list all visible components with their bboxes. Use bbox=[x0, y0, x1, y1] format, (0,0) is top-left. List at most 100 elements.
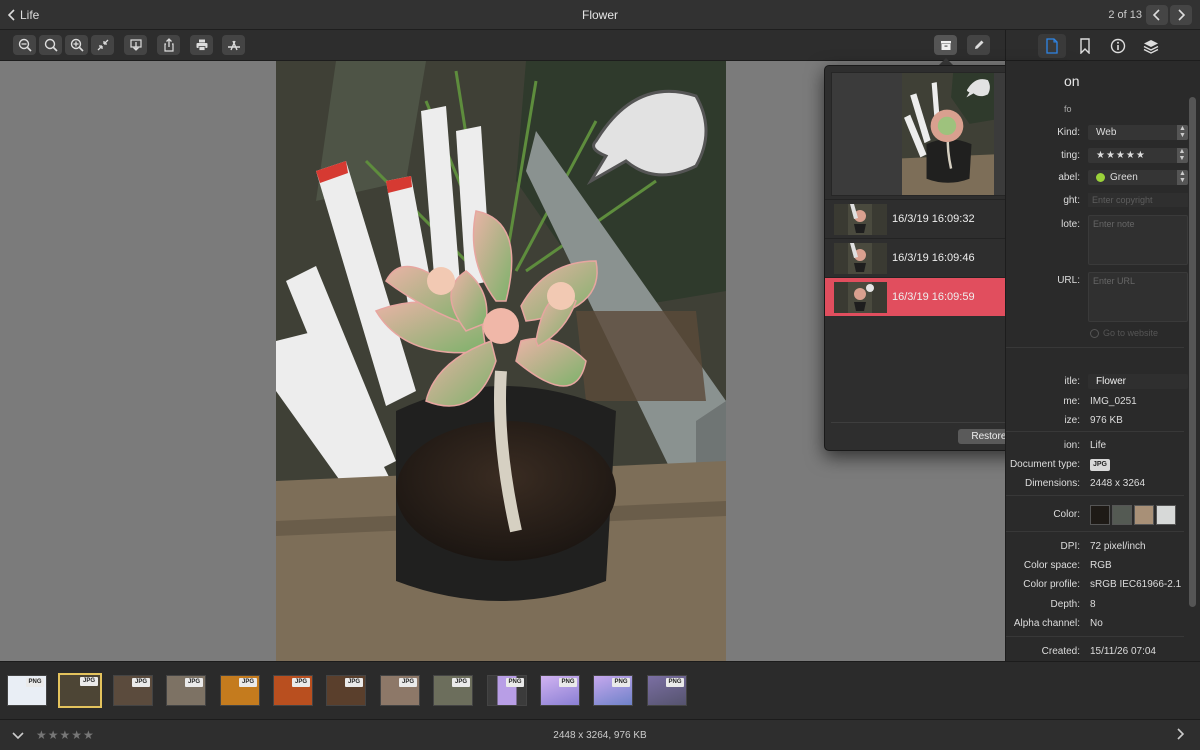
copyright-input[interactable]: Enter copyright bbox=[1088, 193, 1188, 207]
tab-layers[interactable] bbox=[1137, 34, 1165, 58]
zoom-in-icon bbox=[70, 38, 84, 52]
created-value: 15/11/26 07:04 bbox=[1090, 646, 1156, 657]
inspector-scrollbar[interactable] bbox=[1189, 97, 1196, 607]
title-input[interactable]: Flower bbox=[1088, 374, 1188, 389]
dimensions-value: 2448 x 3264 bbox=[1090, 478, 1146, 489]
layers-icon bbox=[1143, 40, 1159, 54]
color-profile-value: sRGB IEC61966-2.1 bbox=[1090, 579, 1182, 590]
versions-button[interactable] bbox=[934, 35, 957, 55]
color-swatch[interactable] bbox=[1112, 505, 1132, 525]
alpha-channel-label: Alpha channel: bbox=[1013, 618, 1080, 629]
kind-value: Web bbox=[1096, 127, 1117, 138]
filmstrip-thumbnail[interactable]: PNG bbox=[647, 675, 687, 706]
preview-image bbox=[902, 73, 994, 195]
filmstrip-thumbnail[interactable]: JPG bbox=[433, 675, 473, 706]
printer-icon bbox=[196, 39, 207, 51]
filmstrip-thumbnail-selected[interactable]: JPG bbox=[58, 673, 102, 708]
next-button[interactable] bbox=[1170, 5, 1192, 25]
filmstrip-thumbnail[interactable]: JPG bbox=[113, 675, 153, 706]
note-textarea[interactable]: Enter note bbox=[1088, 215, 1188, 265]
arrow-circle-icon bbox=[1090, 328, 1099, 338]
go-to-website-label: Go to website bbox=[1103, 328, 1159, 338]
green-dot-icon bbox=[1096, 173, 1105, 182]
kind-label: Kind: bbox=[1057, 127, 1080, 138]
back-button[interactable]: Life bbox=[8, 7, 39, 23]
created-label: Created: bbox=[1041, 646, 1080, 657]
color-swatch[interactable] bbox=[1156, 505, 1176, 525]
kind-select[interactable]: Web ▲ ▼ bbox=[1088, 125, 1188, 140]
share-icon bbox=[163, 38, 174, 52]
filmstrip-thumbnail[interactable]: JPG bbox=[220, 675, 260, 706]
file-type-badge: PNG bbox=[559, 678, 577, 687]
tools-button[interactable] bbox=[222, 35, 245, 55]
name-value: IMG_0251 bbox=[1090, 396, 1137, 407]
fit-to-window-button[interactable] bbox=[91, 35, 114, 55]
title-value: Flower bbox=[1096, 376, 1127, 387]
filmstrip-thumbnail[interactable]: PNG bbox=[593, 675, 633, 706]
filmstrip-thumbnail[interactable]: PNG bbox=[540, 675, 580, 706]
version-timestamp: 16/3/19 16:09:59 bbox=[892, 291, 975, 303]
version-thumbnail-image bbox=[834, 282, 887, 313]
share-button[interactable] bbox=[157, 35, 180, 55]
zoom-icon bbox=[44, 38, 58, 52]
filmstrip-thumbnail[interactable]: JPG bbox=[273, 675, 313, 706]
color-label-select[interactable]: Green ▲ ▼ bbox=[1088, 170, 1188, 185]
info-icon bbox=[1110, 38, 1126, 54]
file-type-badge: JPG bbox=[185, 678, 203, 687]
tab-info[interactable] bbox=[1104, 34, 1132, 58]
app-store-icon bbox=[227, 40, 240, 51]
filmstrip-thumbnail[interactable]: PNG bbox=[487, 675, 527, 706]
tab-bookmarks[interactable] bbox=[1071, 34, 1099, 58]
inspector-heading: on bbox=[1064, 73, 1080, 89]
image-info-text: 2448 x 3264, 976 KB bbox=[553, 730, 647, 741]
filmstrip-thumbnail[interactable]: JPG bbox=[166, 675, 206, 706]
alpha-channel-value: No bbox=[1090, 618, 1103, 629]
edit-button[interactable] bbox=[967, 35, 990, 55]
chevron-right-icon bbox=[1178, 9, 1185, 21]
divider bbox=[1006, 636, 1184, 637]
version-thumbnail bbox=[834, 282, 887, 313]
go-to-website-button[interactable]: Go to website bbox=[1090, 328, 1158, 338]
filmstrip-thumbnail[interactable]: JPG bbox=[326, 675, 366, 706]
tab-file-info[interactable] bbox=[1038, 34, 1066, 58]
document-type-label: Document type: bbox=[1009, 459, 1080, 470]
inspector-tabs bbox=[1005, 30, 1200, 61]
toolbar bbox=[0, 30, 1005, 61]
actual-size-button[interactable] bbox=[39, 35, 62, 55]
rating-select[interactable]: ★★★★★ ▲ ▼ bbox=[1088, 148, 1188, 163]
rating-label: ting: bbox=[1061, 150, 1080, 161]
photo-flower bbox=[276, 61, 726, 661]
color-profile-label: Color profile: bbox=[1023, 579, 1080, 590]
zoom-out-icon bbox=[18, 38, 32, 52]
print-button[interactable] bbox=[190, 35, 213, 55]
document-type-badge: JPG bbox=[1090, 459, 1110, 471]
section-info-heading: fo bbox=[1064, 104, 1072, 114]
zoom-in-button[interactable] bbox=[65, 35, 88, 55]
expand-inspector-button[interactable] bbox=[1176, 728, 1185, 743]
note-label: lote: bbox=[1061, 219, 1080, 230]
dpi-label: DPI: bbox=[1060, 541, 1080, 552]
color-swatch[interactable] bbox=[1090, 505, 1110, 525]
color-label-value: Green bbox=[1110, 172, 1138, 183]
file-type-badge: PNG bbox=[612, 678, 630, 687]
version-thumbnail-image bbox=[834, 204, 887, 235]
page-count: 2 of 13 bbox=[1108, 9, 1142, 21]
color-swatch[interactable] bbox=[1134, 505, 1154, 525]
name-label: me: bbox=[1063, 396, 1080, 407]
zoom-out-button[interactable] bbox=[13, 35, 36, 55]
previous-button[interactable] bbox=[1146, 5, 1168, 25]
divider bbox=[1006, 531, 1184, 532]
dpi-value: 72 pixel/inch bbox=[1090, 541, 1146, 552]
version-thumbnail-image bbox=[834, 243, 887, 274]
title-label: itle: bbox=[1064, 376, 1080, 387]
size-value: 976 KB bbox=[1090, 415, 1123, 426]
divider bbox=[1006, 431, 1184, 432]
url-textarea[interactable]: Enter URL bbox=[1088, 272, 1188, 322]
status-bar: ★★★★★ 2448 x 3264, 976 KB bbox=[0, 719, 1200, 750]
filmstrip-thumbnail[interactable]: JPG bbox=[380, 675, 420, 706]
flower-image bbox=[276, 61, 726, 661]
file-type-badge: JPG bbox=[292, 678, 310, 687]
collection-value: Life bbox=[1090, 440, 1107, 451]
import-button[interactable] bbox=[124, 35, 147, 55]
filmstrip-thumbnail[interactable]: PNG bbox=[7, 675, 47, 706]
